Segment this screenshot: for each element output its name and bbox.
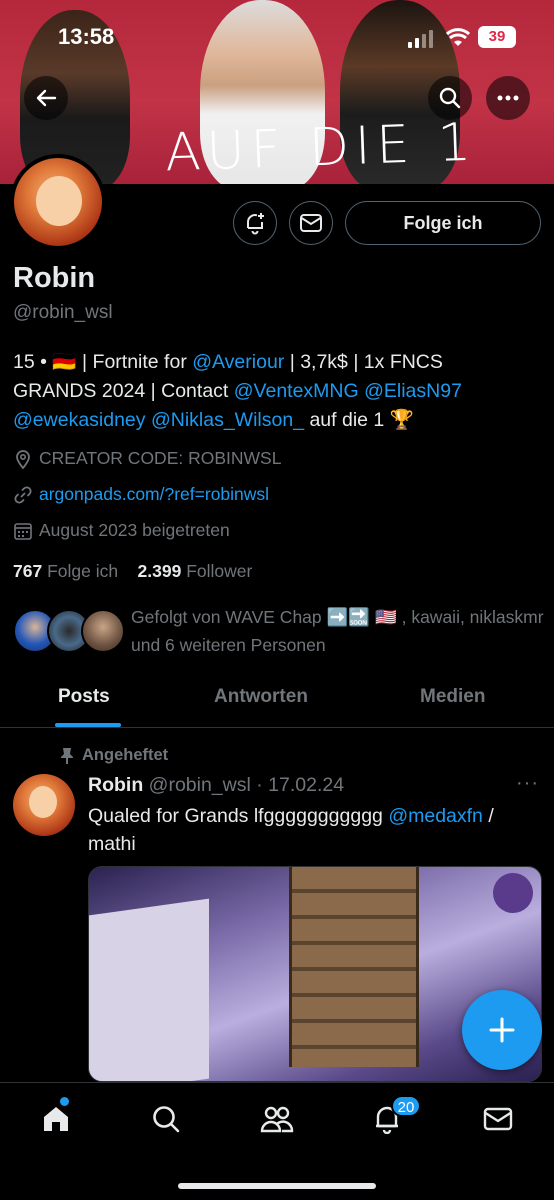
avatar-face: [36, 176, 82, 226]
tab-media[interactable]: Medien: [420, 686, 485, 708]
mention-link[interactable]: @Niklas_Wilson_: [151, 409, 304, 431]
mention-link[interactable]: @EliasN97: [364, 380, 462, 402]
active-tab-indicator: [55, 723, 121, 727]
location-text: CREATOR CODE: ROBINWSL: [39, 448, 282, 468]
profile-joined: August 2023 beigetreten: [13, 520, 230, 541]
bio-text: 15 • 🇩🇪 | Fortnite for: [13, 351, 193, 373]
bell-plus-icon: [247, 213, 264, 235]
search-button[interactable]: [428, 76, 472, 120]
profile-tabs: Posts Antworten Medien: [0, 672, 554, 728]
bio-text: | 3,7k$ | 1x FNCS: [284, 351, 443, 373]
post-header: Robin @robin_wsl · 17.02.24: [88, 774, 344, 797]
pinned-indicator: Angeheftet: [60, 746, 168, 765]
following-count: 767: [13, 561, 43, 581]
nav-home[interactable]: [36, 1099, 76, 1139]
follower-avatar: [81, 609, 125, 653]
more-horizontal-icon: [497, 95, 519, 101]
profile-name: Robin: [13, 262, 96, 294]
post-handle-date: @robin_wsl · 17.02.24: [148, 774, 345, 796]
pinned-label: Angeheftet: [82, 746, 169, 764]
profile-handle: @robin_wsl: [13, 302, 113, 323]
mention-link[interactable]: @VentexMNG: [234, 380, 359, 402]
mention-link[interactable]: @ewekasidney: [13, 409, 146, 431]
avatar-face: [29, 786, 57, 818]
profile-bio: 15 • 🇩🇪 | Fortnite for @Averiour | 3,7k$…: [13, 348, 543, 435]
joined-text: August 2023 beigetreten: [39, 520, 230, 540]
media-wood-tower: [289, 867, 419, 1067]
wifi-icon: [446, 28, 470, 46]
status-bar: 13:58 39: [0, 0, 554, 72]
post-more-button[interactable]: ···: [516, 772, 539, 795]
nav-communities[interactable]: [257, 1099, 297, 1139]
back-button[interactable]: [24, 76, 68, 120]
tab-replies[interactable]: Antworten: [214, 686, 308, 708]
profile-website[interactable]: argonpads.com/?ref=robinwsl: [13, 484, 269, 505]
followers-count-link[interactable]: 2.399 Follower: [138, 561, 253, 581]
profile-location: CREATOR CODE: ROBINWSL: [13, 448, 281, 469]
home-unread-dot: [60, 1097, 69, 1106]
people-icon: [260, 1106, 294, 1133]
plus-icon: [489, 1017, 515, 1043]
notify-bell-button[interactable]: [233, 201, 277, 245]
home-indicator-bar: [178, 1183, 376, 1189]
link-icon: [13, 485, 33, 505]
post-body-text: Qualed for Grands lfggggggggggg: [88, 805, 389, 827]
banner-text: AUF DIE 1: [164, 112, 478, 184]
battery-indicator: 39: [478, 26, 516, 48]
follow-counts: 767 Folge ich 2.399 Follower: [13, 561, 252, 582]
envelope-icon: [300, 214, 322, 232]
following-button[interactable]: Folge ich: [345, 201, 541, 245]
pin-icon: [61, 747, 73, 764]
post-author-avatar[interactable]: [13, 774, 75, 836]
search-icon: [439, 87, 461, 109]
mention-link[interactable]: @medaxfn: [388, 805, 483, 827]
nav-search[interactable]: [146, 1099, 186, 1139]
followers-count: 2.399: [137, 561, 182, 581]
cellular-signal-icon: [408, 30, 433, 48]
followed-by-text: Gefolgt von WAVE Chap ➡️🔜 🇺🇸 , kawaii, n…: [131, 607, 544, 655]
bio-text: GRANDS 2024 | Contact: [13, 380, 234, 402]
nav-messages[interactable]: [478, 1099, 518, 1139]
arrow-left-icon: [36, 89, 57, 107]
status-time: 13:58: [58, 24, 115, 49]
more-options-button[interactable]: [486, 76, 530, 120]
bottom-navigation: 20: [0, 1082, 554, 1200]
post-text: Qualed for Grands lfggggggggggg @medaxfn…: [88, 802, 544, 858]
message-button[interactable]: [289, 201, 333, 245]
post-author-name[interactable]: Robin: [88, 774, 143, 796]
following-count-link[interactable]: 767 Folge ich: [13, 561, 118, 581]
search-icon: [153, 1106, 180, 1133]
compose-post-button[interactable]: [462, 990, 542, 1070]
mention-link[interactable]: @Averiour: [192, 351, 284, 373]
tab-posts[interactable]: Posts: [58, 686, 110, 708]
followers-label: Follower: [186, 561, 253, 581]
calendar-icon: [13, 521, 33, 541]
media-minimap: [493, 873, 533, 913]
bio-text: auf die 1 🏆: [304, 409, 414, 431]
profile-avatar[interactable]: [10, 154, 106, 250]
envelope-icon: [483, 1107, 513, 1131]
notifications-badge: 20: [391, 1095, 421, 1117]
home-icon: [44, 1107, 68, 1131]
location-pin-icon: [13, 449, 33, 469]
following-label: Folge ich: [47, 561, 119, 581]
media-wall: [89, 898, 209, 1081]
website-link[interactable]: argonpads.com/?ref=robinwsl: [39, 484, 269, 505]
